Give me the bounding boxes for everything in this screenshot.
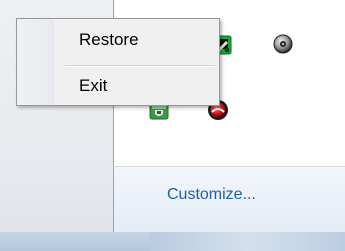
restore-label: Restore — [79, 30, 139, 49]
disc-icon[interactable] — [273, 34, 293, 54]
menu-separator — [65, 65, 215, 67]
exit-label: Exit — [79, 76, 108, 95]
taskbar-highlight — [150, 232, 345, 251]
restore-menu-item[interactable]: Restore — [19, 23, 217, 59]
context-menu: Restore Exit — [16, 18, 220, 106]
customize-link[interactable]: Customize... — [167, 186, 256, 204]
exit-menu-item[interactable]: Exit — [19, 69, 217, 105]
